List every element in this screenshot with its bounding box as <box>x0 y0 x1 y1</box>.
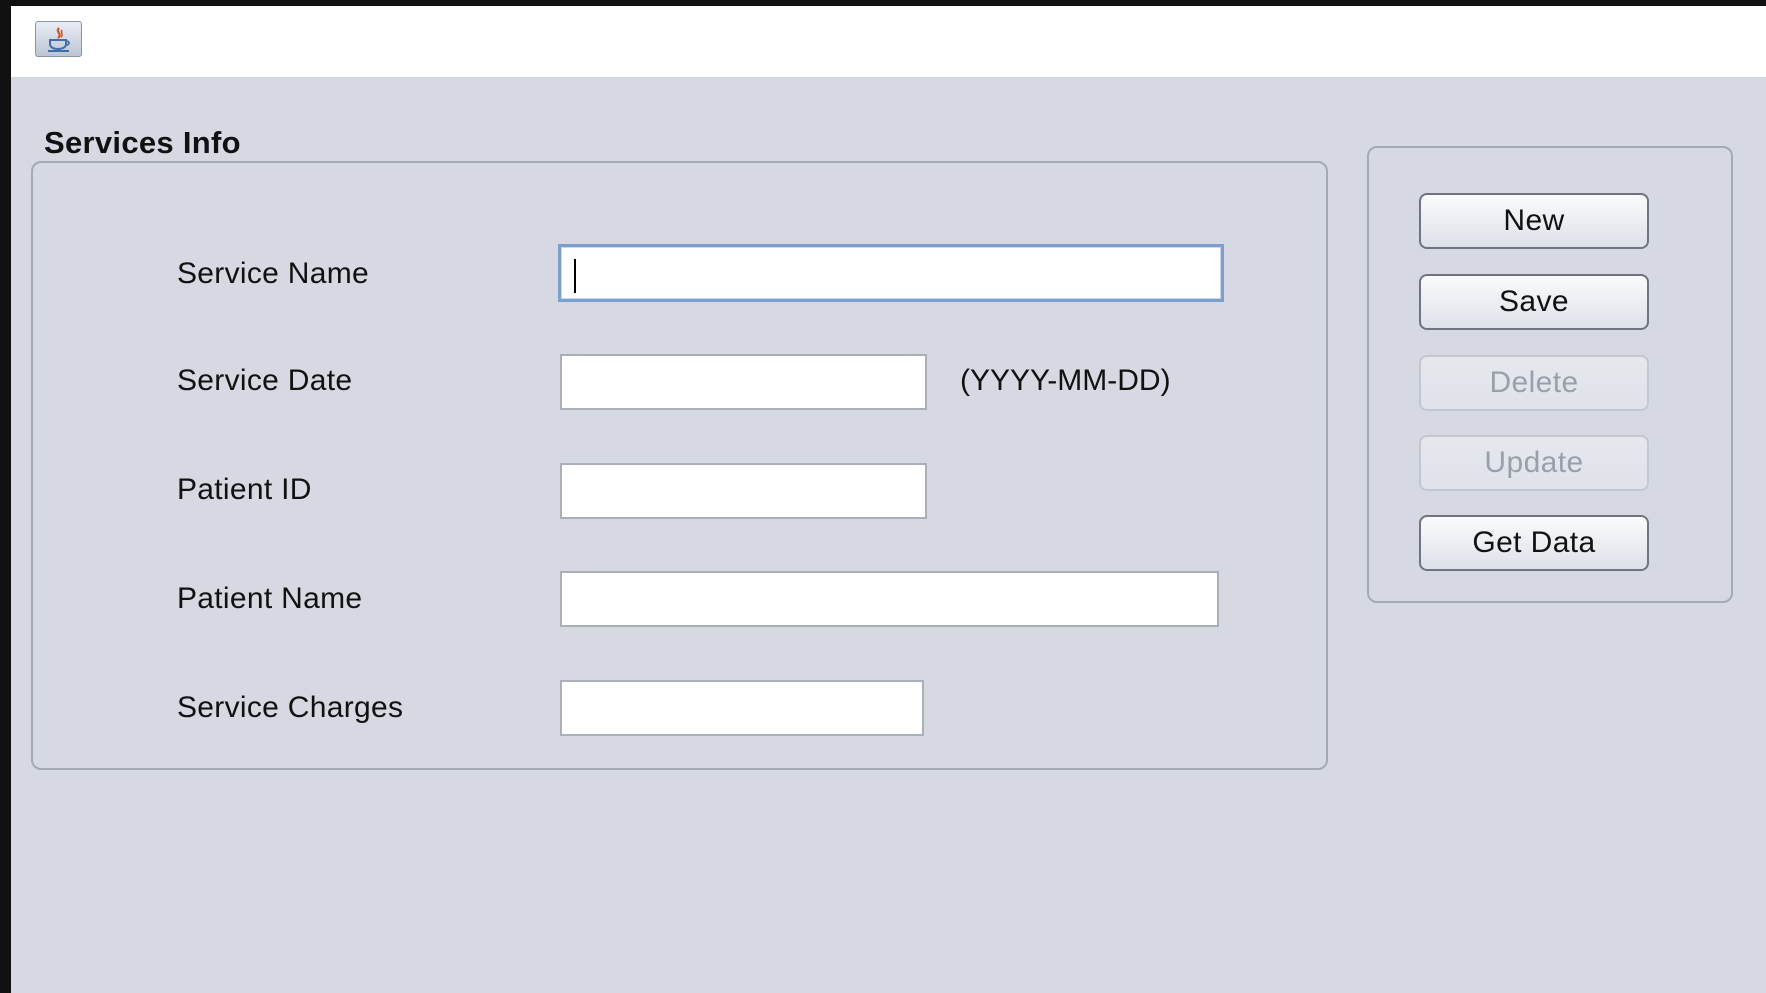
title-bar[interactable] <box>11 6 1766 77</box>
delete-button[interactable]: Delete <box>1419 355 1649 411</box>
patient-name-label: Patient Name <box>177 582 363 615</box>
date-format-hint: (YYYY-MM-DD) <box>960 364 1171 397</box>
service-name-input[interactable] <box>558 244 1224 302</box>
service-date-input[interactable] <box>560 354 927 410</box>
section-title: Services Info <box>44 125 241 160</box>
patient-id-input[interactable] <box>560 463 927 519</box>
save-button[interactable]: Save <box>1419 274 1649 330</box>
update-button[interactable]: Update <box>1419 435 1649 491</box>
service-charges-input[interactable] <box>560 680 924 736</box>
patient-name-input[interactable] <box>560 571 1219 627</box>
new-button[interactable]: New <box>1419 193 1649 249</box>
patient-id-label: Patient ID <box>177 473 312 506</box>
service-name-label: Service Name <box>177 257 369 290</box>
java-coffee-cup-icon[interactable] <box>35 21 82 57</box>
get-data-button[interactable]: Get Data <box>1419 515 1649 571</box>
text-caret <box>574 259 576 293</box>
service-charges-label: Service Charges <box>177 691 404 724</box>
service-date-label: Service Date <box>177 364 353 397</box>
